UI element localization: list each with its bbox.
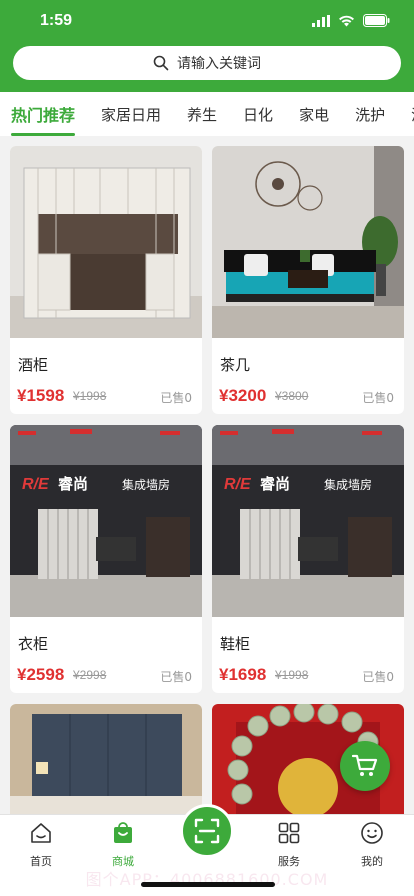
tab-hot[interactable]: 热门推荐 (0, 102, 88, 136)
status-bar: 1:59 (0, 0, 414, 44)
product-card[interactable]: 酒柜 ¥1598 ¥1998 已售0 (10, 146, 202, 414)
product-name: 酒柜 (18, 356, 49, 374)
smile-icon (361, 822, 383, 844)
product-card[interactable]: 茶几 ¥3200 ¥3800 已售0 (212, 146, 404, 414)
category-tabs: 热门推荐 家居日用 养生 日化 家电 洗护 清 (0, 92, 414, 136)
home-icon (31, 823, 51, 843)
product-image (10, 704, 202, 824)
product-sold: 已售0 (362, 391, 394, 405)
store-logo: R/E (224, 476, 252, 493)
product-name: 衣柜 (18, 635, 49, 653)
product-price: ¥3200 (219, 386, 267, 405)
cart-icon (352, 754, 378, 776)
product-card[interactable]: R/E 睿尚 集成墙房 衣柜 ¥2598 ¥2998 已售0 (10, 425, 202, 693)
tab-home[interactable]: 首页 (11, 821, 71, 869)
tab-appliance[interactable]: 家电 (286, 104, 342, 125)
search-placeholder: 请输入关键词 (177, 56, 261, 72)
app-header: 1:59 请输入关键词 (0, 0, 414, 92)
tab-mall[interactable]: 商城 (93, 821, 153, 869)
product-sold: 已售0 (160, 391, 192, 405)
cart-button[interactable] (340, 741, 390, 791)
product-image (212, 146, 404, 338)
product-sold: 已售0 (160, 670, 192, 684)
tab-service[interactable]: 服务 (259, 821, 319, 869)
product-image (10, 146, 202, 338)
store-slogan: 集成墙房 (122, 477, 170, 492)
store-logo: R/E (22, 476, 50, 493)
shopping-bag-icon (114, 822, 132, 843)
grid-icon (278, 822, 300, 844)
tab-daily-chem[interactable]: 日化 (230, 104, 286, 125)
tab-washcare[interactable]: 洗护 (342, 104, 398, 125)
product-card[interactable] (10, 704, 202, 824)
scan-icon (194, 818, 220, 844)
status-icons (312, 14, 390, 27)
store-slogan: 集成墙房 (324, 477, 372, 492)
product-card[interactable]: R/E 睿尚 集成墙房 鞋柜 ¥1698 ¥1998 已售0 (212, 425, 404, 693)
search-input[interactable]: 请输入关键词 (13, 46, 401, 80)
tab-home-goods[interactable]: 家居日用 (88, 104, 174, 125)
home-indicator (141, 882, 275, 887)
product-name: 鞋柜 (220, 635, 251, 653)
search-icon (153, 55, 169, 71)
product-name: 茶几 (220, 356, 251, 374)
product-original-price: ¥1998 (73, 389, 107, 403)
product-price: ¥2598 (17, 665, 65, 684)
tab-more[interactable]: 清 (398, 104, 414, 125)
scan-button[interactable] (180, 804, 234, 858)
signal-icon (312, 14, 330, 27)
wifi-icon (339, 15, 354, 26)
product-price: ¥1598 (17, 386, 65, 405)
product-image: R/E 睿尚 集成墙房 (212, 425, 404, 617)
tab-wellness[interactable]: 养生 (174, 104, 230, 125)
tab-mine[interactable]: 我的 (342, 821, 402, 869)
store-brand: 睿尚 (260, 475, 290, 493)
product-price: ¥1698 (219, 665, 267, 684)
store-brand: 睿尚 (58, 475, 88, 493)
product-sold: 已售0 (362, 670, 394, 684)
status-time: 1:59 (40, 12, 73, 29)
product-image: R/E 睿尚 集成墙房 (10, 425, 202, 617)
product-original-price: ¥1998 (275, 668, 309, 682)
product-original-price: ¥2998 (73, 668, 107, 682)
battery-icon (363, 14, 390, 27)
product-original-price: ¥3800 (275, 389, 309, 403)
